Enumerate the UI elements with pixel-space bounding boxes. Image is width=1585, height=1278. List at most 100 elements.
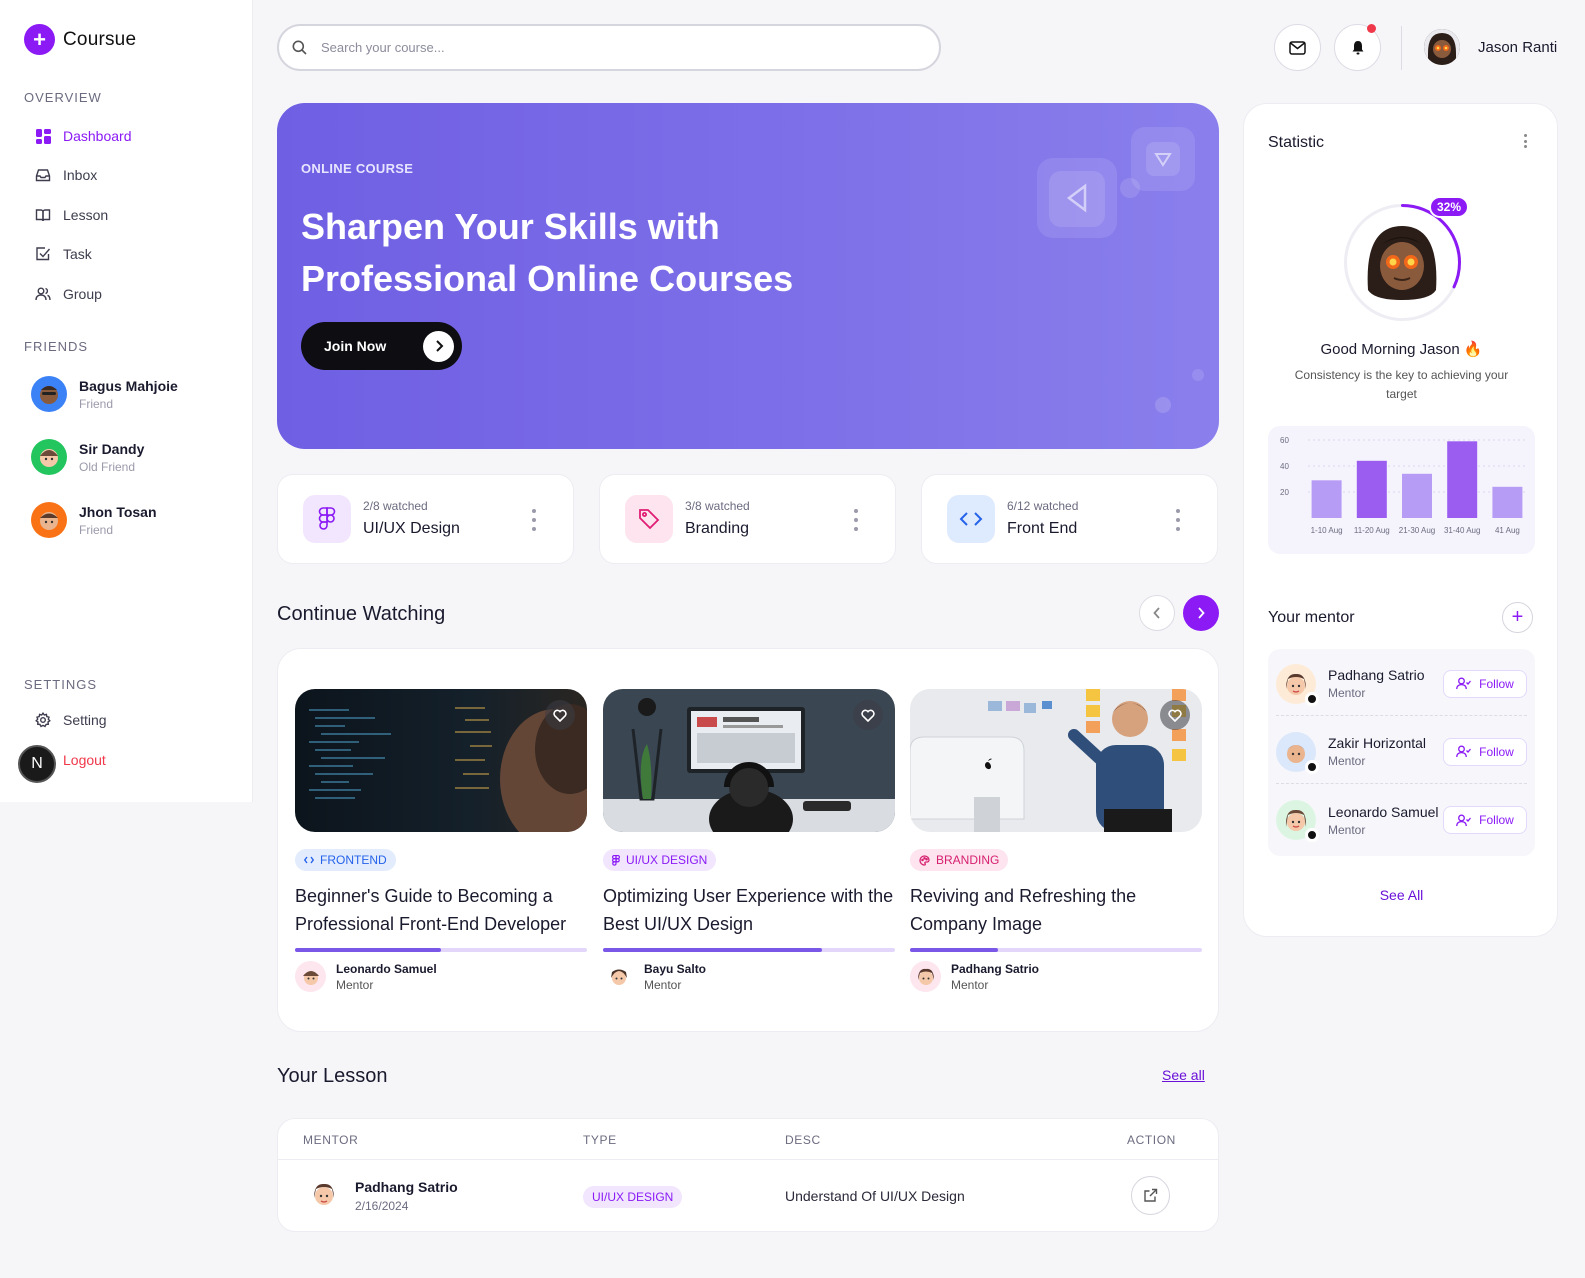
course-title: UI/UX Design	[363, 520, 460, 537]
progress-avatar	[1344, 204, 1461, 321]
follow-button[interactable]: Follow	[1443, 669, 1527, 698]
video-title: Beginner's Guide to Becoming a Professio…	[295, 886, 567, 934]
more-options-icon[interactable]	[853, 509, 859, 531]
sidebar-item-setting[interactable]: Setting	[35, 712, 107, 728]
lesson-type-chip: UI/UX DESIGN	[583, 1186, 683, 1208]
course-card[interactable]: 2/8 watched UI/UX Design	[277, 474, 574, 564]
x-tick-label: 11-20 Aug	[1354, 526, 1390, 535]
sidebar-item-task[interactable]: Task	[35, 246, 92, 262]
lesson-table: MENTOR TYPE DESC ACTION Padhang Satrio 2…	[277, 1118, 1219, 1232]
mentor-name: Leonardo Samuel	[1328, 803, 1439, 820]
lesson-mentor-name: Padhang Satrio	[355, 1179, 458, 1195]
floating-badge-button[interactable]: N	[18, 745, 56, 783]
avatar	[1424, 29, 1460, 65]
video-thumbnail[interactable]	[295, 689, 587, 832]
user-add-icon	[1456, 677, 1472, 690]
inbox-icon	[35, 167, 51, 183]
add-mentor-button[interactable]: +	[1502, 602, 1533, 633]
mentor-role: Mentor	[644, 977, 682, 992]
avatar	[31, 439, 67, 475]
carousel-next-button[interactable]	[1183, 595, 1219, 631]
online-status-dot	[1305, 691, 1319, 706]
sidebar-item-dashboard[interactable]: Dashboard	[35, 128, 132, 144]
heart-icon[interactable]	[1160, 700, 1190, 730]
heart-icon[interactable]	[545, 700, 575, 730]
logo[interactable]: + Coursue	[24, 24, 136, 55]
mail-icon	[1289, 40, 1306, 55]
course-card[interactable]: 3/8 watched Branding	[599, 474, 896, 564]
user-name: Jason Ranti	[1478, 38, 1558, 56]
mail-button[interactable]	[1274, 24, 1321, 71]
chart-bar	[1402, 473, 1432, 518]
figma-icon	[303, 495, 351, 543]
video-card[interactable]: FRONTEND Beginner's Guide to Becoming a …	[295, 689, 587, 992]
statistic-title: Statistic	[1268, 134, 1325, 151]
more-options-icon[interactable]	[1175, 509, 1181, 531]
video-progress-bar	[910, 948, 1202, 952]
category-label: UI/UX DESIGN	[626, 853, 708, 867]
chevron-right-icon	[1197, 607, 1205, 619]
course-progress: 3/8 watched	[685, 499, 750, 513]
notification-button[interactable]	[1334, 24, 1381, 71]
online-status-dot	[1305, 828, 1319, 842]
video-thumbnail[interactable]	[603, 689, 895, 832]
palette-icon	[919, 854, 930, 866]
logo-plus-icon: +	[24, 24, 55, 55]
friend-name: Sir Dandy	[79, 440, 145, 457]
x-tick-label: 21-30 Aug	[1399, 526, 1435, 535]
friend-item[interactable]: Jhon Tosan Friend	[31, 502, 157, 538]
video-title: Optimizing User Experience with the Best…	[603, 886, 894, 934]
video-mentor: Leonardo Samuel Mentor	[295, 961, 437, 992]
follow-label: Follow	[1479, 744, 1514, 759]
mentor-role: Mentor	[1328, 754, 1366, 768]
category-chip: BRANDING	[910, 849, 1009, 871]
more-options-icon[interactable]	[1523, 134, 1527, 148]
y-tick-label: 40	[1280, 462, 1289, 471]
sidebar-item-group[interactable]: Group	[35, 286, 102, 302]
user-menu[interactable]: Jason Ranti	[1424, 29, 1557, 65]
continue-watching-panel: FRONTEND Beginner's Guide to Becoming a …	[277, 648, 1219, 1032]
category-chip: UI/UX DESIGN	[603, 849, 717, 871]
follow-button[interactable]: Follow	[1443, 806, 1527, 834]
video-progress-bar	[295, 948, 587, 952]
see-all-lessons-link[interactable]: See all	[1162, 1067, 1205, 1083]
search-bar[interactable]	[277, 24, 941, 71]
progress-badge: 32%	[1429, 196, 1469, 218]
video-card[interactable]: BRANDING Reviving and Refreshing the Com…	[910, 689, 1202, 992]
carousel-prev-button[interactable]	[1139, 595, 1175, 631]
bell-icon	[1351, 40, 1365, 56]
follow-button[interactable]: Follow	[1443, 737, 1527, 766]
video-card[interactable]: UI/UX DESIGN Optimizing User Experience …	[603, 689, 895, 992]
course-card[interactable]: 6/12 watched Front End	[921, 474, 1218, 564]
category-label: BRANDING	[936, 853, 1000, 867]
heart-icon[interactable]	[853, 700, 883, 730]
avatar	[1276, 800, 1319, 842]
see-all-mentors-link[interactable]: See All	[1244, 887, 1559, 903]
avatar	[31, 502, 67, 538]
continue-watching-title: Continue Watching	[277, 603, 446, 625]
friend-item[interactable]: Bagus Mahjoie Friend	[31, 376, 178, 412]
motto-text: Consistency is the key to achieving your…	[1294, 368, 1509, 401]
sidebar-item-inbox[interactable]: Inbox	[35, 167, 97, 183]
video-thumbnail[interactable]	[910, 689, 1202, 832]
statistic-panel: Statistic 32% Good Morning Jason 🔥 Consi…	[1243, 103, 1558, 937]
friend-item[interactable]: Sir Dandy Old Friend	[31, 439, 144, 475]
search-icon	[292, 40, 307, 55]
more-options-icon[interactable]	[531, 509, 537, 531]
task-icon	[35, 246, 51, 262]
category-chip: FRONTEND	[295, 849, 396, 871]
join-now-button[interactable]: Join Now	[301, 322, 462, 370]
dashboard-icon	[35, 128, 51, 144]
open-lesson-button[interactable]	[1131, 1176, 1170, 1215]
friend-relation: Old Friend	[79, 459, 136, 474]
chart-bar	[1356, 460, 1387, 518]
y-tick-label: 20	[1280, 488, 1289, 497]
settings-title: SETTINGS	[24, 677, 98, 692]
mentor-row: Leonardo Samuel Mentor Follow	[1276, 788, 1527, 852]
sidebar: + Coursue OVERVIEW Dashboard Inbox Lesso…	[0, 0, 253, 802]
x-tick-label: 31-40 Aug	[1444, 526, 1480, 535]
table-divider	[278, 1159, 1218, 1160]
search-input[interactable]	[321, 40, 901, 55]
x-tick-label: 1-10 Aug	[1311, 526, 1343, 535]
sidebar-item-lesson[interactable]: Lesson	[35, 207, 108, 223]
